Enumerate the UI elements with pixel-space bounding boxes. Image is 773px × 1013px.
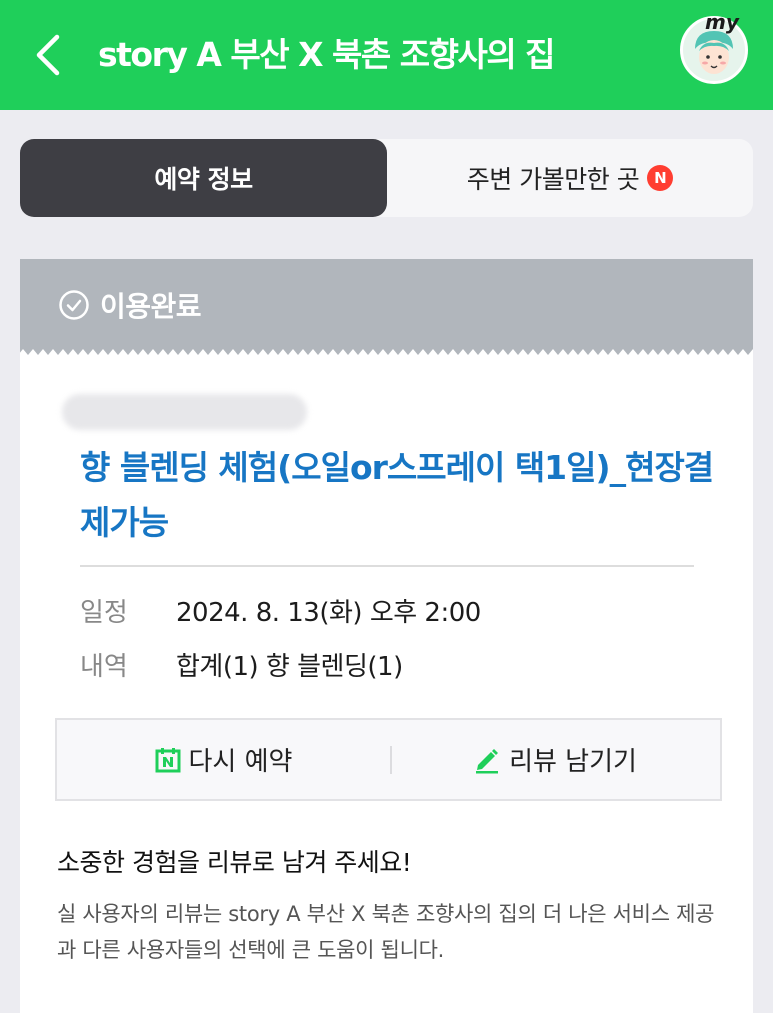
rebook-button[interactable]: 다시 예약 [57, 720, 390, 799]
status-label: 이용완료 [100, 290, 202, 323]
page-title: story A 부산 X 북촌 조향사의 집 [98, 35, 556, 74]
write-review-button[interactable]: 리뷰 남기기 [390, 720, 720, 799]
detail-row: 내역 합계(1) 향 블렌딩(1) [80, 644, 403, 684]
pencil-icon [476, 748, 499, 773]
review-prompt-heading: 소중한 경험을 리뷰로 남겨 주세요! [57, 848, 412, 877]
back-button[interactable] [22, 30, 72, 80]
divider [80, 565, 694, 567]
my-label: my [705, 10, 739, 34]
review-prompt-description: 실 사용자의 리뷰는 story A 부산 X 북촌 조향사의 집의 더 나은 … [57, 902, 715, 962]
schedule-row: 일정 2024. 8. 13(화) 오후 2:00 [80, 590, 481, 630]
schedule-value: 2024. 8. 13(화) 오후 2:00 [176, 597, 481, 628]
tab-nearby-places[interactable]: 주변 가볼만한 곳 N [387, 139, 753, 217]
app-header: story A 부산 X 북촌 조향사의 집 my [0, 0, 773, 110]
tab-label: 주변 가볼만한 곳 [466, 165, 640, 194]
detail-value: 합계(1) 향 블렌딩(1) [176, 651, 403, 682]
check-circle-icon [59, 290, 89, 320]
product-title[interactable]: 향 블렌딩 체험(오일or스프레이 택1일)_현장결제가능 [80, 440, 720, 550]
naver-calendar-icon [155, 747, 181, 772]
review-label: 리뷰 남기기 [509, 747, 637, 777]
schedule-label: 일정 [80, 597, 128, 628]
tab-bar: 예약 정보 주변 가볼만한 곳 N [20, 139, 753, 217]
chevron-left-icon [36, 34, 60, 76]
tab-reservation-info[interactable]: 예약 정보 [20, 139, 387, 217]
status-banner: 이용완료 [20, 259, 753, 351]
new-badge: N [647, 165, 674, 191]
detail-label: 내역 [80, 651, 128, 682]
ticket-edge [20, 343, 753, 357]
tab-label: 예약 정보 [154, 165, 253, 194]
blurred-store-name [62, 394, 307, 430]
rebook-label: 다시 예약 [188, 747, 293, 777]
action-box: 다시 예약 리뷰 남기기 [55, 718, 722, 801]
